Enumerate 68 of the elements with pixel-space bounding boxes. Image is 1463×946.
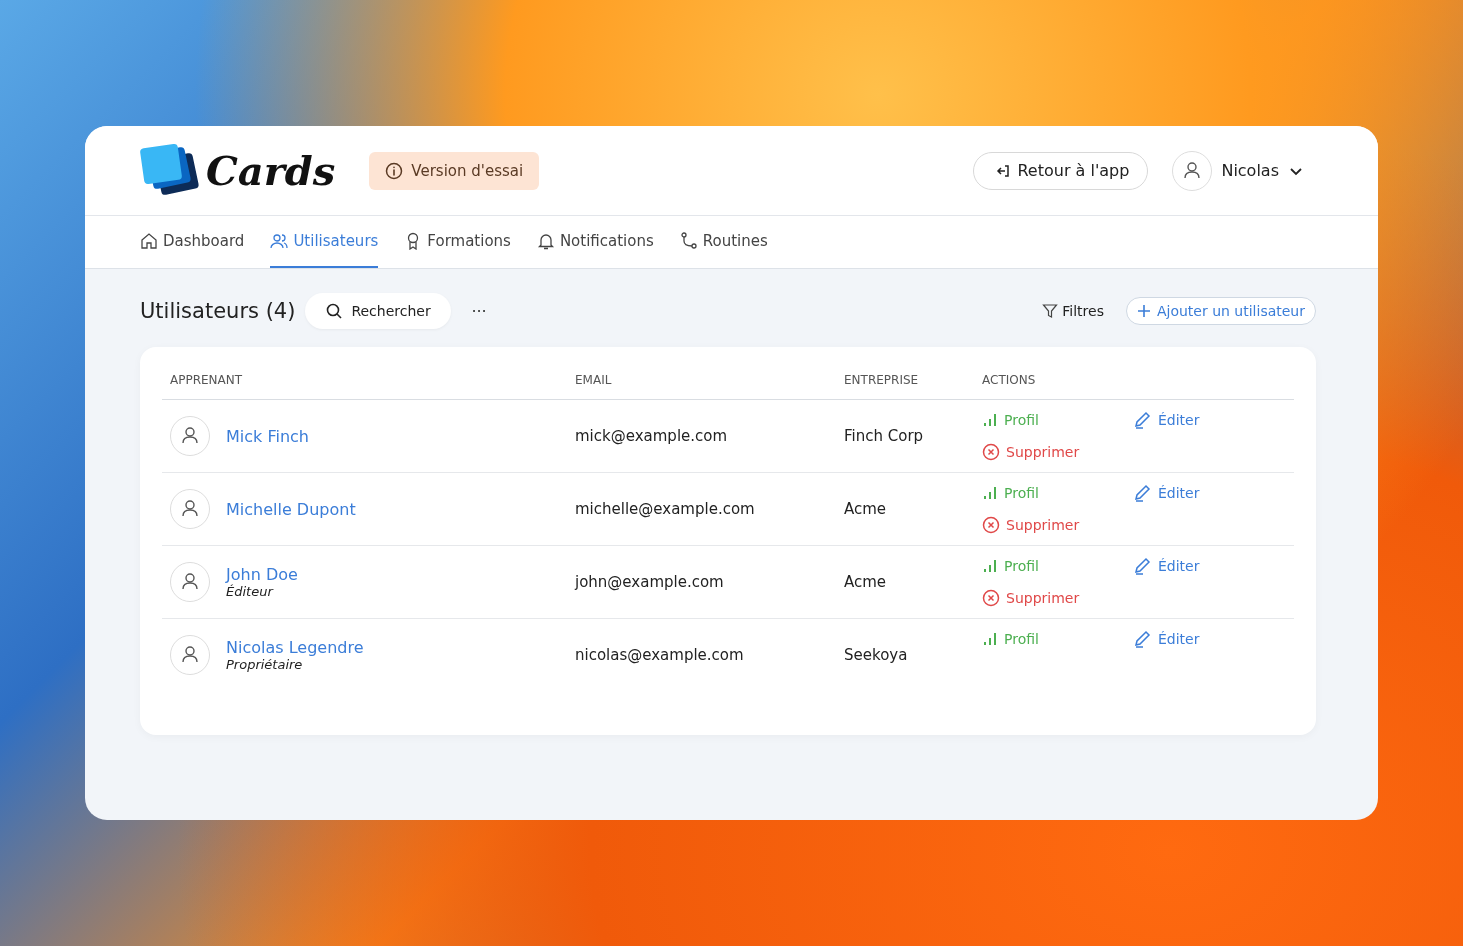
profile-link[interactable]: Profil — [982, 623, 1039, 655]
email-cell-text: john@example.com — [575, 573, 725, 591]
avatar-icon — [170, 635, 210, 675]
route-icon — [679, 232, 698, 250]
user-role: Éditeur — [226, 584, 275, 599]
funnel-icon — [1042, 303, 1059, 319]
pencil-icon — [1134, 630, 1152, 648]
trial-label: Version d'essai — [411, 161, 524, 180]
column-header: EMAIL — [575, 373, 613, 387]
delete-link[interactable]: Supprimer — [982, 436, 1080, 468]
avatar-icon — [170, 416, 210, 456]
add-user-button[interactable]: Ajouter un utilisateur — [1125, 297, 1316, 325]
email-cell-text: mick@example.com — [575, 427, 729, 445]
avatar-icon — [170, 562, 210, 602]
close-circle-icon — [982, 589, 1000, 607]
column-header: APPRENANT — [170, 373, 244, 387]
pencil-icon — [1134, 557, 1152, 575]
user-menu[interactable]: Nicolas — [1172, 150, 1304, 191]
profile-link[interactable]: Profil — [982, 550, 1039, 582]
back-to-app-button[interactable]: Retour à l'app — [973, 151, 1149, 190]
bell-icon — [536, 232, 555, 250]
page-title: Utilisateurs (4) — [140, 299, 296, 323]
close-circle-icon — [982, 516, 1000, 534]
profile-link[interactable]: Profil — [982, 404, 1039, 436]
user-name-link[interactable]: Michelle Dupont — [226, 499, 356, 519]
company-cell-text: Acme — [844, 500, 888, 518]
more-button[interactable]: ··· — [465, 300, 493, 322]
avatar-icon — [170, 489, 210, 529]
users-icon — [270, 232, 289, 250]
signal-bars-icon — [982, 485, 998, 501]
edit-link[interactable]: Éditer — [1134, 404, 1200, 436]
signal-bars-icon — [982, 631, 998, 647]
edit-link[interactable]: Éditer — [1134, 623, 1200, 655]
edit-link[interactable]: Éditer — [1134, 477, 1200, 509]
avatar-icon — [1172, 150, 1213, 191]
email-cell-text: nicolas@example.com — [575, 646, 745, 664]
pencil-icon — [1134, 484, 1152, 502]
close-circle-icon — [982, 443, 1000, 461]
column-header: ENTREPRISE — [844, 373, 920, 387]
user-name-link[interactable]: John Doe — [226, 565, 298, 584]
search-field[interactable]: Rechercher — [305, 293, 452, 329]
search-icon — [325, 302, 344, 320]
pencil-icon — [1134, 411, 1152, 429]
signal-bars-icon — [982, 412, 998, 428]
filters-button[interactable]: Filtres — [1036, 302, 1110, 320]
plus-icon — [1136, 304, 1151, 318]
delete-link[interactable]: Supprimer — [982, 582, 1080, 614]
company-cell-text: Seekoya — [844, 646, 909, 664]
user-name-link[interactable]: Mick Finch — [226, 426, 309, 446]
home-icon — [140, 232, 158, 250]
logo-wordmark: Cards — [206, 147, 336, 194]
delete-link[interactable]: Supprimer — [982, 509, 1080, 541]
stacked-cards-icon — [140, 143, 200, 198]
nav-tab[interactable]: Formations — [404, 216, 511, 268]
signal-bars-icon — [982, 558, 998, 574]
nav-tab[interactable]: Routines — [679, 216, 768, 268]
column-header: ACTIONS — [982, 373, 1037, 387]
company-cell-text: Acme — [844, 573, 888, 591]
edit-link[interactable]: Éditer — [1134, 550, 1200, 582]
info-icon — [385, 161, 404, 180]
user-name-link[interactable]: Nicolas Legendre — [226, 638, 364, 657]
profile-link[interactable]: Profil — [982, 477, 1039, 509]
nav-tab[interactable]: Utilisateurs — [270, 216, 379, 268]
company-cell-text: Finch Corp — [844, 427, 925, 445]
user-role: Propriétaire — [226, 657, 304, 672]
nav-tab[interactable]: Dashboard — [140, 216, 245, 268]
nav-tab[interactable]: Notifications — [536, 216, 654, 268]
email-cell-text: michelle@example.com — [575, 500, 756, 518]
